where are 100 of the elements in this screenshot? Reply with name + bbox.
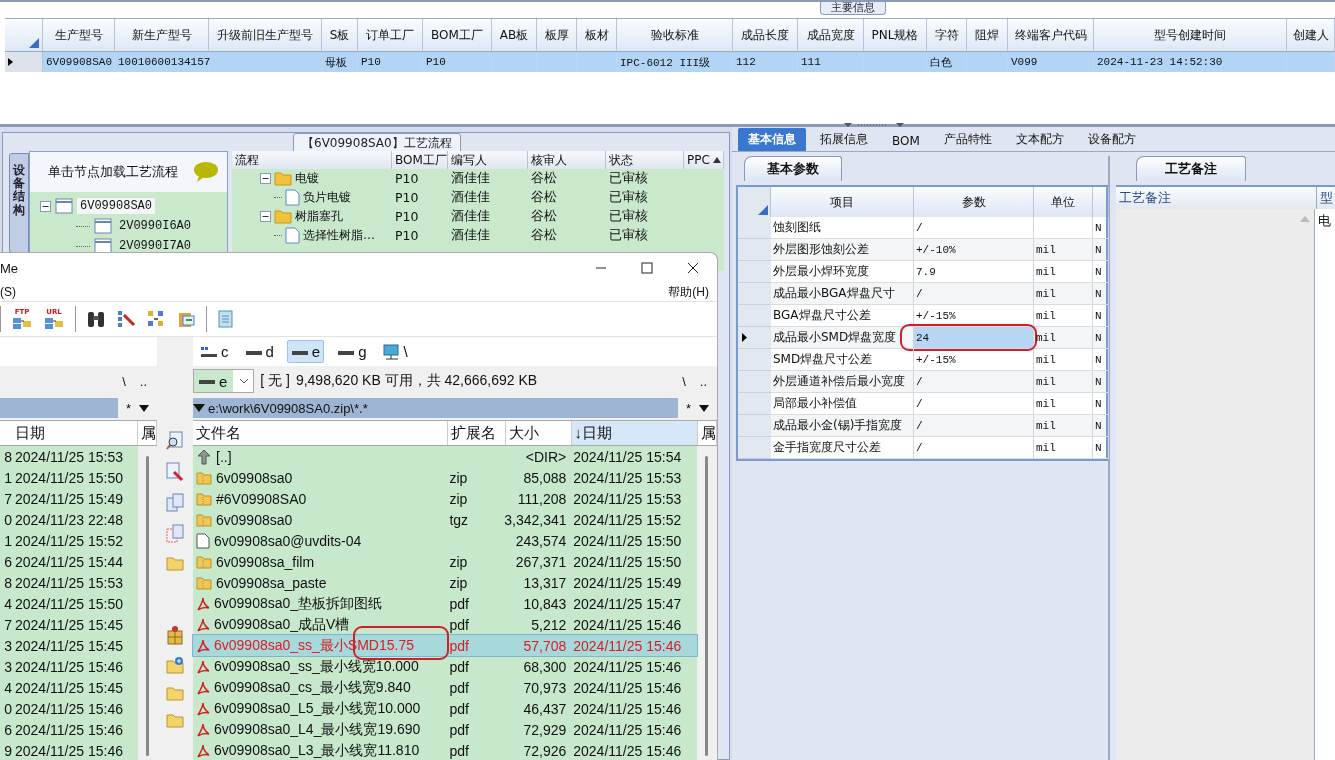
column-header[interactable]: 扩展名 [447,421,507,445]
tree-node[interactable]: 2V0990I6A0 [116,218,194,234]
table-row[interactable]: BGA焊盘尺寸公差 +/-15% mil N [738,305,1106,327]
side-tab[interactable]: 设备结构 [9,153,29,253]
drive-dropdown[interactable]: e [193,369,255,393]
column-header[interactable]: BOM工厂 [423,19,492,51]
column-header[interactable]: 板厚 [537,19,577,51]
column-header[interactable]: 验收标准 [617,19,733,51]
file-row[interactable]: 6v09908sa_film zip 267,371 2024/11/25 15:50 [193,551,697,572]
column-header[interactable]: 大小 [506,421,572,445]
menu-item[interactable]: (S) [0,285,16,299]
table-row[interactable]: 外层图形蚀刻公差 +/-10% mil N [738,239,1106,261]
table-cell[interactable]: +/-15% [916,309,956,322]
column-header[interactable]: ↓日期 [571,421,698,445]
nav-button[interactable]: .. [699,373,707,389]
tab[interactable]: 基本参数 [744,156,842,181]
tab[interactable]: 基本信息 [738,128,806,151]
column-header[interactable]: 属 [138,421,157,445]
file-row[interactable]: 6v09908sa0_L4_最小线宽19.690 pdf 72,929 2024/11/25 15:46 [193,719,697,740]
edit-file-icon[interactable] [166,462,184,482]
collapse-icon[interactable] [260,173,271,184]
table-row[interactable]: 成品最小BGA焊盘尺寸 / mil N [738,283,1106,305]
column-header[interactable]: 型号创建时间 [1094,19,1287,51]
menu-item[interactable]: 帮助(H) [668,283,709,301]
column-header[interactable]: 订单工厂 [358,19,423,51]
file-row[interactable]: 6v09908sa0_L5_最小线宽10.000 pdf 46,437 2024/11/25 15:46 [193,698,697,719]
column-header[interactable]: 状态 [606,151,684,169]
tab[interactable]: 产品特性 [933,128,1002,151]
table-cell[interactable]: / [916,221,923,234]
folder-icon[interactable] [166,555,184,571]
column-header[interactable]: 核审人 [528,151,606,169]
drive-button[interactable]: g [334,341,370,362]
file-row[interactable]: 6v09908sa0_垫板拆卸图纸 pdf 10,843 2024/11/25 15:47 [193,593,697,614]
tree-node[interactable]: 6V09908SA0 [77,198,155,214]
drive-button[interactable]: d [241,341,277,362]
table-row[interactable]: 金手指宽度尺寸公差 / mil N [738,437,1106,459]
column-header[interactable]: 新生产型号 [115,19,209,51]
column-header[interactable]: 升级前旧生产型号 [209,19,322,51]
table-cell[interactable]: 7.9 [916,265,936,278]
file-row[interactable]: 6v09908sa0_ss_最小线宽10.000 pdf 68,300 2024/11/25 15:46 [193,656,697,677]
scroll-up-icon[interactable] [712,156,722,164]
column-header[interactable]: S板 [322,19,358,51]
file-row[interactable]: #6V09908SA0 zip 111,208 2024/11/25 15:53 [193,488,697,509]
column-header[interactable]: 板材 [577,19,617,51]
tab[interactable]: 设备配方 [1077,128,1146,151]
move-files-icon[interactable] [166,524,184,544]
table-cell[interactable]: 24 [916,331,930,344]
folder-icon[interactable] [166,712,184,728]
maximize-icon[interactable] [641,262,653,274]
column-header[interactable]: 终端客户代码 [1008,19,1094,51]
table-cell[interactable]: +/-15% [916,353,956,366]
table-cell[interactable]: / [916,375,923,388]
file-row[interactable]: 6v09908sa0_cs_最小线宽9.840 pdf 70,973 2024/11/25 15:46 [193,677,697,698]
row-header[interactable] [738,327,771,349]
tab[interactable]: BOM [882,131,930,151]
notepad-icon[interactable] [217,309,235,329]
column-header[interactable]: 成品宽度 [798,19,864,51]
file-row[interactable]: 6v09908sa0_L3_最小线宽11.810 pdf 72,926 2024/11/25 15:46 [193,740,697,760]
process-step[interactable]: 负片电镀 [303,189,351,206]
dropdown-icon[interactable] [193,404,205,412]
file-row[interactable]: 6v09908sa0@uvdits-04 243,574 2024/11/25 15:50 [193,530,697,551]
folder-icon[interactable] [166,685,184,701]
table-row[interactable]: 外层最小焊环宽度 7.9 mil N [738,261,1106,283]
column-header[interactable]: PNL规格 [864,19,927,51]
process-step[interactable]: 选择性树脂… [303,227,375,244]
process-step[interactable]: 电镀 [295,170,319,187]
column-header[interactable]: BOM工厂 [392,151,448,169]
file-row[interactable]: 6v09908sa0_成品V槽 pdf 5,212 2024/11/25 15:46 [193,614,697,635]
dropdown-icon[interactable] [139,404,149,412]
table-cell[interactable]: / [916,419,923,432]
column-header[interactable]: 字符 [927,19,967,51]
column-header[interactable]: AB板 [492,19,537,51]
column-header[interactable]: 编写人 [448,151,528,169]
tab[interactable]: 工艺备注 [1136,156,1246,181]
file-row[interactable]: 6v09908sa0 zip 85,088 2024/11/25 15:53 [193,467,697,488]
copy-files-icon[interactable] [166,493,184,513]
table-row[interactable]: 外层通道补偿后最小宽度 / mil N [738,371,1106,393]
tab[interactable]: 文本配方 [1005,128,1074,151]
drive-button[interactable]: e [286,340,325,363]
table-cell[interactable]: / [916,397,923,410]
nav-button[interactable]: \ [122,373,126,389]
scrollbar[interactable] [705,456,708,756]
new-folder-icon[interactable] [166,656,184,674]
tab[interactable]: 拓展信息 [810,128,878,151]
column-header[interactable]: 属 [698,421,717,445]
rename-files-icon[interactable] [116,309,136,329]
column-header[interactable]: 文件名 [193,421,448,445]
sync-folders-icon[interactable] [146,309,166,329]
nav-button[interactable]: \ [682,373,686,389]
collapse-icon[interactable] [40,200,51,212]
column-header[interactable]: 日期 [11,421,138,445]
file-row[interactable]: 6v09908sa0 tgz 3,342,341 2024/11/25 15:52 [193,509,697,530]
nav-button[interactable]: .. [139,373,147,389]
filter-text[interactable]: * [125,400,131,416]
tree-node[interactable]: 2V0990I7A0 [116,238,194,254]
drive-button[interactable]: c [197,341,232,362]
table-cell[interactable]: / [916,287,923,300]
table-row[interactable]: 局部最小补偿值 / mil N [738,393,1106,415]
column-header[interactable]: 生产型号 [43,19,115,51]
splitter-grip-icon[interactable] [844,123,904,129]
